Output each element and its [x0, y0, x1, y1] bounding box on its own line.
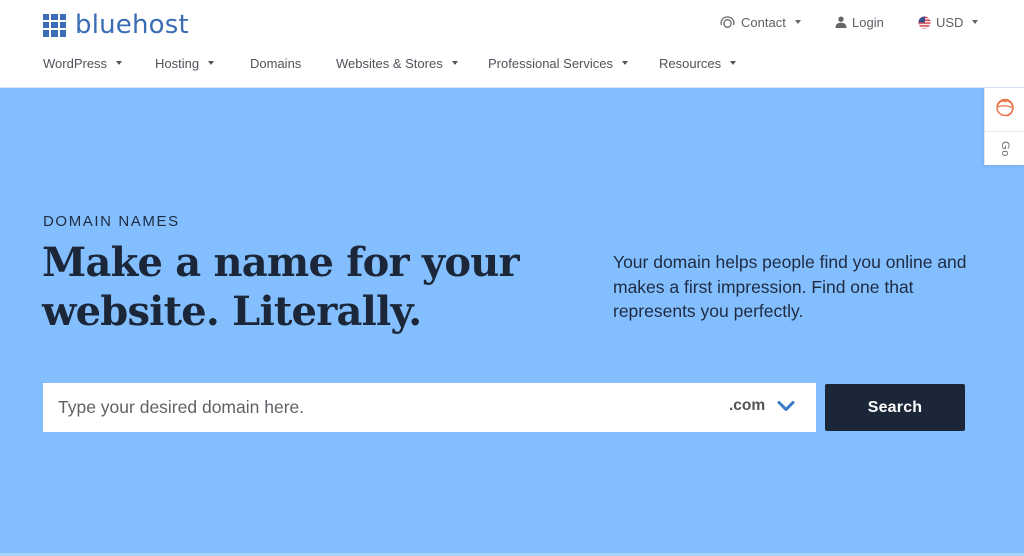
- search-button[interactable]: Search: [825, 384, 965, 431]
- chevron-down-icon: [116, 61, 123, 65]
- chevron-down-icon: [730, 61, 737, 65]
- user-icon: [835, 16, 847, 28]
- chevron-down-icon: [777, 400, 795, 412]
- currency-selector[interactable]: USD: [918, 12, 979, 32]
- agent-avatar-icon: [993, 95, 1017, 124]
- bluehost-logo[interactable]: bluehost: [43, 11, 189, 39]
- page-title: Make a name for your website. Literally.: [42, 238, 562, 336]
- domain-search-box: .com: [43, 383, 816, 432]
- nav-item-domains[interactable]: Domains: [250, 54, 301, 72]
- tld-selected-value: .com: [729, 397, 766, 414]
- chat-support-button[interactable]: [985, 88, 1024, 132]
- chevron-down-icon: [451, 61, 458, 65]
- contact-label: Contact: [741, 14, 786, 30]
- nav-item-websites-stores[interactable]: Websites & Stores: [336, 54, 458, 72]
- nav-item-resources[interactable]: Resources: [659, 54, 737, 72]
- section-eyebrow: DOMAIN NAMES: [43, 213, 180, 230]
- us-flag-icon: [918, 16, 931, 29]
- nav-label: WordPress: [43, 55, 108, 71]
- headline-line-1: Make a name for your: [42, 239, 520, 286]
- logo-text: bluehost: [75, 10, 189, 40]
- secondary-widget-label: Go: [999, 140, 1011, 157]
- nav-label: Domains: [250, 55, 302, 71]
- login-label: Login: [852, 14, 884, 30]
- side-support-widget: Go: [984, 88, 1024, 165]
- chevron-down-icon: [208, 61, 215, 65]
- nav-item-hosting[interactable]: Hosting: [155, 54, 215, 72]
- login-link[interactable]: Login: [835, 12, 884, 32]
- hero-description: Your domain helps people find you online…: [613, 252, 967, 321]
- headset-icon: [719, 15, 736, 29]
- chevron-down-icon: [794, 20, 801, 24]
- main-nav: WordPress Hosting Domains Websites & Sto…: [0, 54, 1024, 74]
- chevron-down-icon: [972, 20, 979, 24]
- chevron-down-icon: [622, 61, 628, 65]
- domain-search-input[interactable]: [43, 383, 713, 432]
- site-header: bluehost Contact Login USD WordPress Hos…: [0, 0, 1024, 88]
- contact-menu[interactable]: Contact: [719, 12, 801, 32]
- currency-label: USD: [936, 14, 964, 30]
- tld-selector[interactable]: .com: [729, 397, 795, 415]
- nav-label: Resources: [659, 55, 722, 71]
- nav-item-professional-services[interactable]: Professional Services: [488, 54, 628, 72]
- secondary-widget-button[interactable]: Go: [985, 132, 1024, 165]
- nav-label: Websites & Stores: [336, 55, 443, 71]
- headline-line-2: website. Literally.: [42, 288, 422, 335]
- logo-grid-icon: [43, 13, 66, 37]
- nav-label: Hosting: [155, 55, 200, 71]
- nav-item-wordpress[interactable]: WordPress: [43, 54, 123, 72]
- nav-label: Professional Services: [488, 55, 613, 71]
